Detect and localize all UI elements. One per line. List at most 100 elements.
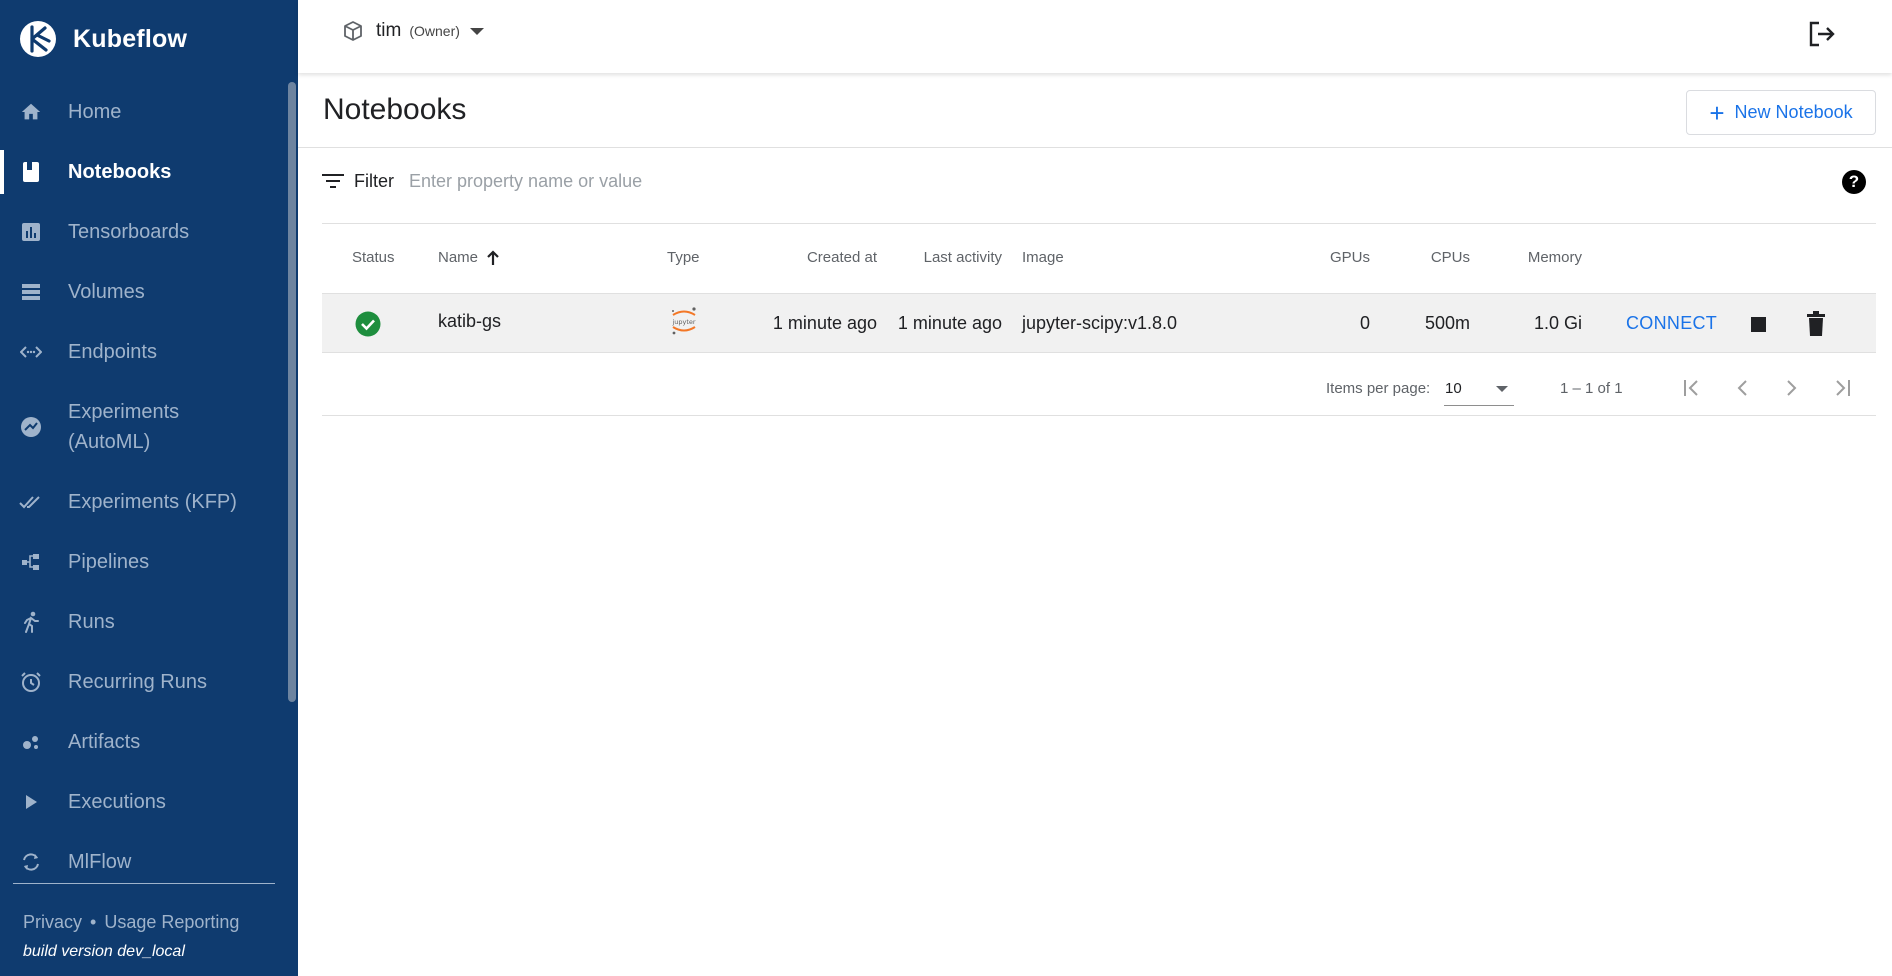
footer-separator: •: [90, 912, 97, 932]
namespace-box-icon: [344, 21, 362, 41]
divider: [322, 415, 1876, 416]
header-cpus[interactable]: CPUs: [1390, 249, 1470, 266]
namespace-name: tim: [376, 20, 402, 41]
sidebar-item-experiments-kfp[interactable]: Experiments (KFP): [0, 472, 288, 532]
brand-name: Kubeflow: [73, 24, 188, 53]
sidebar-footer: Privacy • Usage Reporting: [23, 912, 239, 933]
sidebar-item-home[interactable]: Home: [0, 82, 288, 142]
header-gpus[interactable]: GPUs: [1290, 249, 1370, 266]
notebook-icon: [18, 159, 44, 185]
sidebar-item-label: Home: [68, 101, 122, 123]
volumes-icon: [18, 279, 44, 305]
divider: [322, 223, 1876, 224]
sidebar-item-label: Volumes: [68, 281, 145, 303]
sidebar-item-label: MlFlow: [68, 851, 132, 873]
filter-icon: [322, 174, 344, 188]
last-activity: 1 minute ago: [897, 313, 1002, 333]
endpoints-icon: [18, 339, 44, 365]
sidebar-item-tensorboards[interactable]: Tensorboards: [0, 202, 288, 262]
plus-icon: +: [1709, 97, 1725, 128]
connect-button[interactable]: CONNECT: [1626, 313, 1717, 334]
logout-icon[interactable]: [1806, 18, 1838, 50]
sidebar-item-experiments-automl[interactable]: Experiments (AutoML): [0, 382, 288, 472]
memory-value: 1.0 Gi: [1533, 313, 1582, 333]
sidebar-item-artifacts[interactable]: Artifacts: [0, 712, 288, 772]
sidebar-item-executions[interactable]: Executions: [0, 772, 288, 832]
play-icon: [18, 789, 44, 815]
last-page-icon: [1836, 380, 1850, 396]
header-last-activity[interactable]: Last activity: [882, 249, 1002, 266]
first-page-button[interactable]: [1676, 372, 1708, 404]
header-name[interactable]: Name: [438, 249, 500, 266]
sidebar-item-notebooks[interactable]: Notebooks: [0, 142, 288, 202]
build-version: build version dev_local: [23, 943, 185, 960]
page-title: Notebooks: [323, 93, 467, 126]
previous-page-button[interactable]: [1726, 372, 1758, 404]
sidebar-item-label: Tensorboards: [68, 221, 190, 243]
chevron-right-icon: [1787, 380, 1797, 396]
done-all-icon: [18, 489, 44, 515]
sidebar-item-label: Notebooks: [68, 161, 172, 183]
header-created-at[interactable]: Created at: [727, 249, 877, 266]
created-at: 1 minute ago: [772, 313, 877, 333]
delete-icon[interactable]: [1805, 311, 1827, 337]
sidebar-item-label: Experiments (AutoML): [68, 401, 180, 453]
header-type[interactable]: Type: [667, 249, 700, 266]
sync-icon: [18, 849, 44, 875]
sidebar-item-label: Runs: [68, 611, 115, 633]
sidebar-item-recurring-runs[interactable]: Recurring Runs: [0, 652, 288, 712]
sidebar-item-label: Endpoints: [68, 341, 157, 363]
sort-ascending-icon: [487, 249, 499, 265]
items-per-page-value: 10: [1445, 380, 1462, 397]
namespace-selector[interactable]: tim (Owner): [342, 20, 484, 42]
cpus-value: 500m: [1424, 313, 1470, 333]
svg-text:jupyter: jupyter: [671, 318, 695, 326]
filter-bar: Filter: [322, 167, 1009, 195]
help-icon[interactable]: ?: [1842, 170, 1866, 194]
new-notebook-button[interactable]: + New Notebook: [1686, 90, 1876, 135]
header-image[interactable]: Image: [1022, 249, 1064, 266]
sidebar: Kubeflow Home Notebooks Tensorboards Vol…: [0, 0, 298, 976]
sidebar-item-label: Executions: [68, 791, 166, 813]
notebook-name: katib-gs: [438, 311, 502, 331]
stop-icon[interactable]: [1751, 317, 1766, 332]
sidebar-scrollbar[interactable]: [288, 82, 296, 702]
pagination-range: 1 – 1 of 1: [1560, 380, 1623, 397]
filter-input[interactable]: [409, 170, 1009, 192]
last-page-button[interactable]: [1826, 372, 1858, 404]
header-memory[interactable]: Memory: [1500, 249, 1582, 266]
pipelines-icon: [18, 549, 44, 575]
home-icon: [18, 99, 44, 125]
next-page-button[interactable]: [1776, 372, 1808, 404]
topbar: tim (Owner): [298, 0, 1892, 73]
sidebar-nav: Home Notebooks Tensorboards Volumes Endp…: [0, 82, 288, 892]
chevron-down-icon: [469, 27, 484, 35]
automl-icon: [18, 414, 44, 440]
kubeflow-logo-icon: [20, 21, 56, 57]
status-ready-icon: [355, 311, 381, 337]
first-page-icon: [1684, 380, 1698, 396]
brand[interactable]: Kubeflow: [18, 18, 187, 60]
sidebar-item-pipelines[interactable]: Pipelines: [0, 532, 288, 592]
header-status[interactable]: Status: [352, 249, 395, 266]
sidebar-item-runs[interactable]: Runs: [0, 592, 288, 652]
header-name-label: Name: [438, 249, 479, 266]
chevron-down-icon: [1496, 386, 1508, 392]
notebook-image: jupyter-scipy:v1.8.0: [1022, 313, 1178, 333]
privacy-link[interactable]: Privacy: [23, 912, 82, 932]
sidebar-item-label: Pipelines: [68, 551, 150, 573]
sidebar-item-endpoints[interactable]: Endpoints: [0, 322, 288, 382]
jupyter-icon: jupyter: [671, 307, 696, 335]
divider: [298, 147, 1892, 148]
usage-reporting-link[interactable]: Usage Reporting: [104, 912, 239, 932]
sidebar-divider: [13, 883, 275, 884]
sidebar-item-label: Experiments (KFP): [68, 491, 237, 513]
gpus-value: 0: [1359, 313, 1370, 333]
new-notebook-label: New Notebook: [1734, 102, 1853, 122]
chart-icon: [18, 219, 44, 245]
sidebar-item-label: Recurring Runs: [68, 671, 207, 693]
filter-label: Filter: [354, 170, 394, 191]
sidebar-item-volumes[interactable]: Volumes: [0, 262, 288, 322]
alarm-icon: [18, 669, 44, 695]
namespace-role: (Owner): [409, 23, 460, 39]
